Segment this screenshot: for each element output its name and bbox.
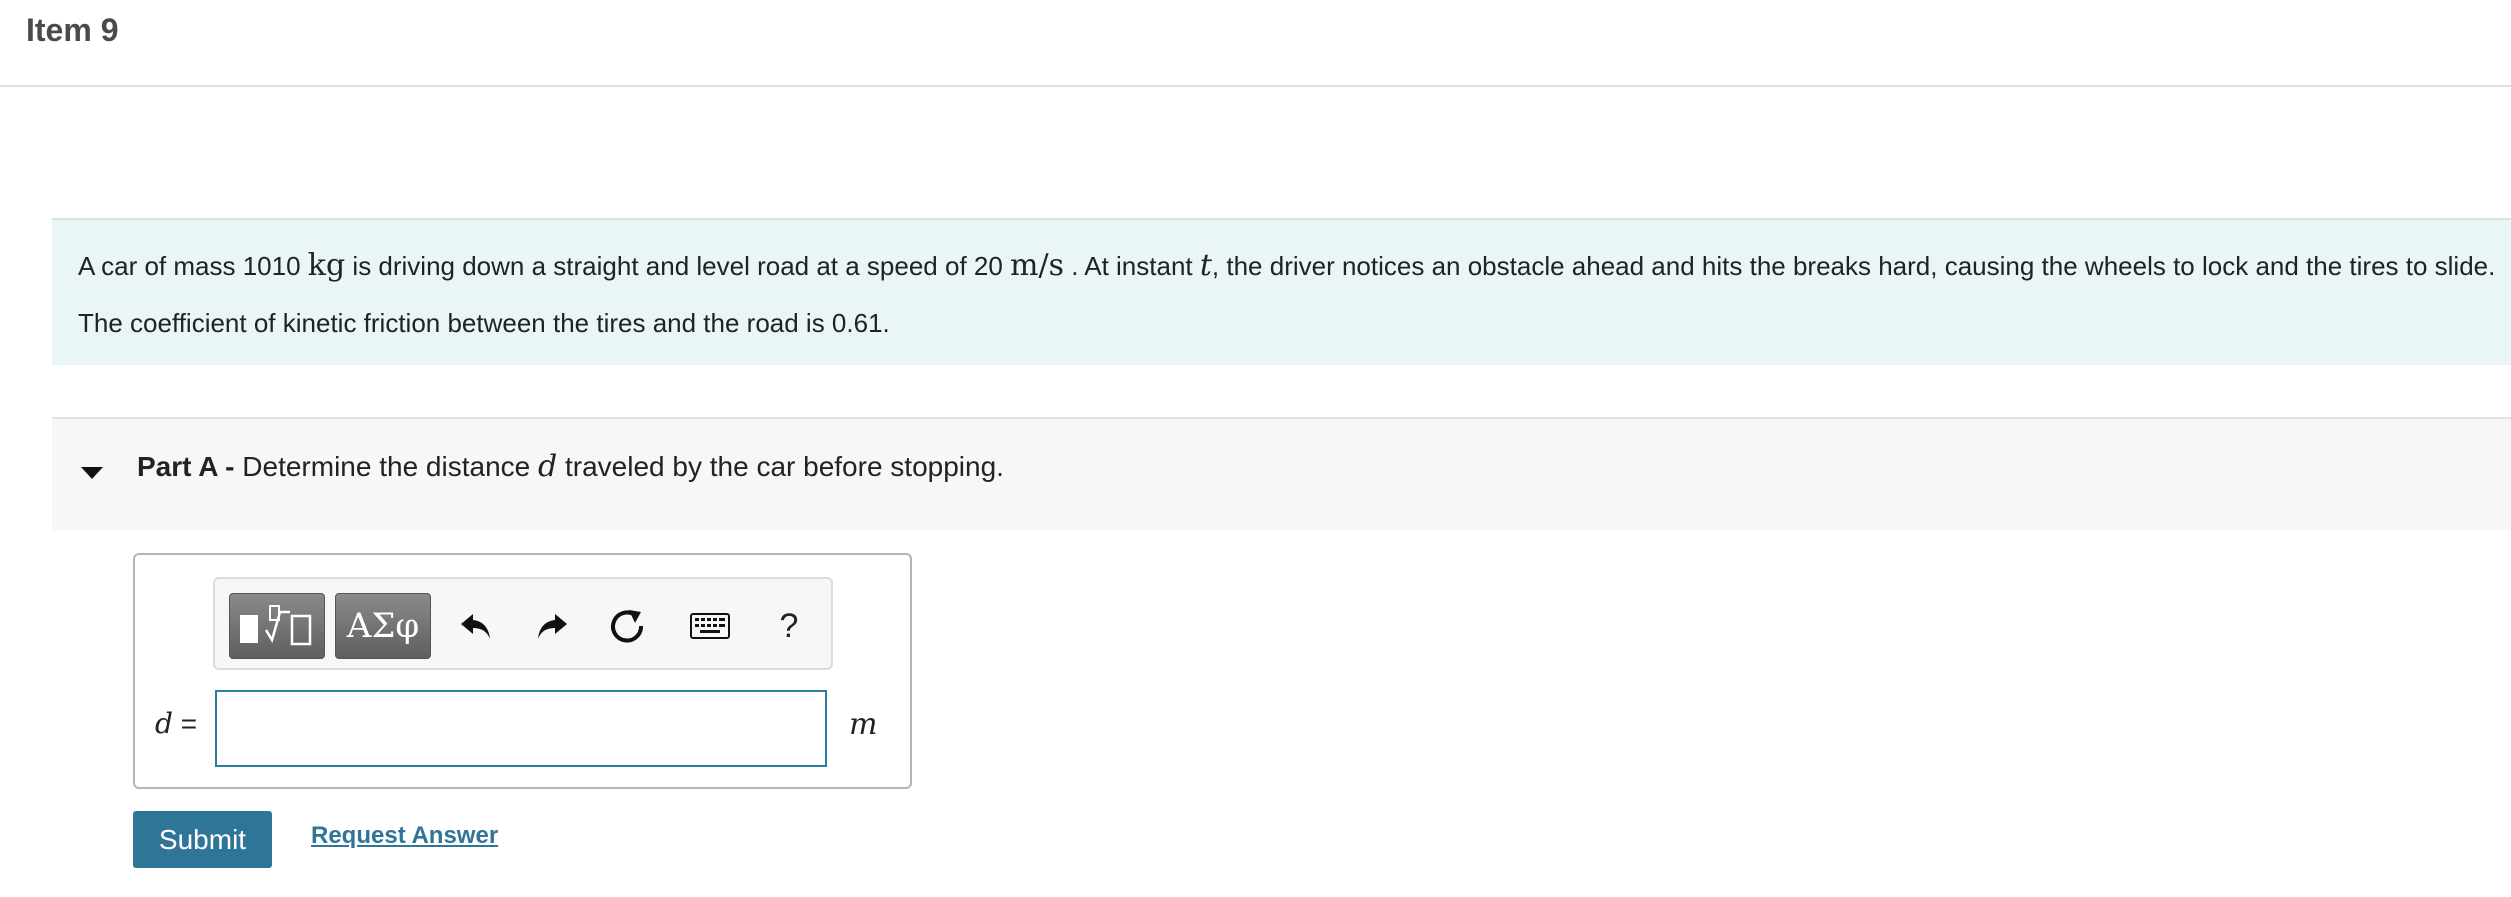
math-toolbar: ΑΣφ ?	[213, 577, 833, 670]
problem-line-1: A car of mass 1010 kg is driving down a …	[78, 248, 2495, 283]
request-answer-link[interactable]: Request Answer	[311, 822, 498, 850]
problem-text: is driving down a straight and level roa…	[345, 251, 1011, 281]
variable-d: d	[538, 449, 558, 484]
redo-icon	[538, 614, 567, 639]
variable-t: t	[1199, 248, 1212, 283]
templates-icon	[240, 605, 312, 646]
symbols-button[interactable]: ΑΣφ	[335, 593, 431, 659]
unit-m-per-s: m/s	[1010, 248, 1064, 283]
problem-text: . At instant	[1064, 251, 1200, 281]
undo-button[interactable]	[449, 593, 505, 659]
help-button[interactable]: ?	[761, 593, 817, 659]
unit-kg: kg	[307, 248, 346, 283]
reset-button[interactable]	[599, 593, 655, 659]
caret-down-icon	[81, 467, 103, 479]
answer-variable-label: d =	[155, 707, 197, 740]
submit-button[interactable]: Submit	[133, 811, 272, 868]
part-text: Determine the distance	[242, 451, 538, 482]
equals-sign: =	[172, 708, 198, 739]
answer-box: ΑΣφ ? d = m	[133, 553, 912, 789]
part-a-title: Part A - Determine the distance d travel…	[137, 449, 1004, 484]
redo-button[interactable]	[523, 593, 579, 659]
keyboard-icon	[690, 613, 730, 639]
part-a-header[interactable]: Part A - Determine the distance d travel…	[52, 417, 2511, 530]
item-title: Item 9	[26, 12, 119, 48]
part-text: traveled by the car before stopping.	[557, 451, 1004, 482]
problem-text: , the driver notices an obstacle ahead a…	[1211, 251, 2496, 281]
problem-statement: A car of mass 1010 kg is driving down a …	[52, 218, 2511, 365]
problem-text: A car of mass 1010	[78, 251, 308, 281]
keyboard-button[interactable]	[677, 593, 743, 659]
variable-d: d	[155, 707, 173, 740]
templates-button[interactable]	[229, 593, 325, 659]
part-label: Part A -	[137, 451, 243, 482]
reset-icon	[611, 610, 644, 643]
unit-label: m	[849, 707, 878, 742]
answer-input[interactable]	[215, 690, 827, 767]
problem-line-2: The coefficient of kinetic friction betw…	[78, 308, 890, 338]
collapse-toggle[interactable]	[80, 461, 104, 485]
item-header: Item 9	[0, 0, 2511, 87]
undo-icon	[461, 614, 490, 639]
